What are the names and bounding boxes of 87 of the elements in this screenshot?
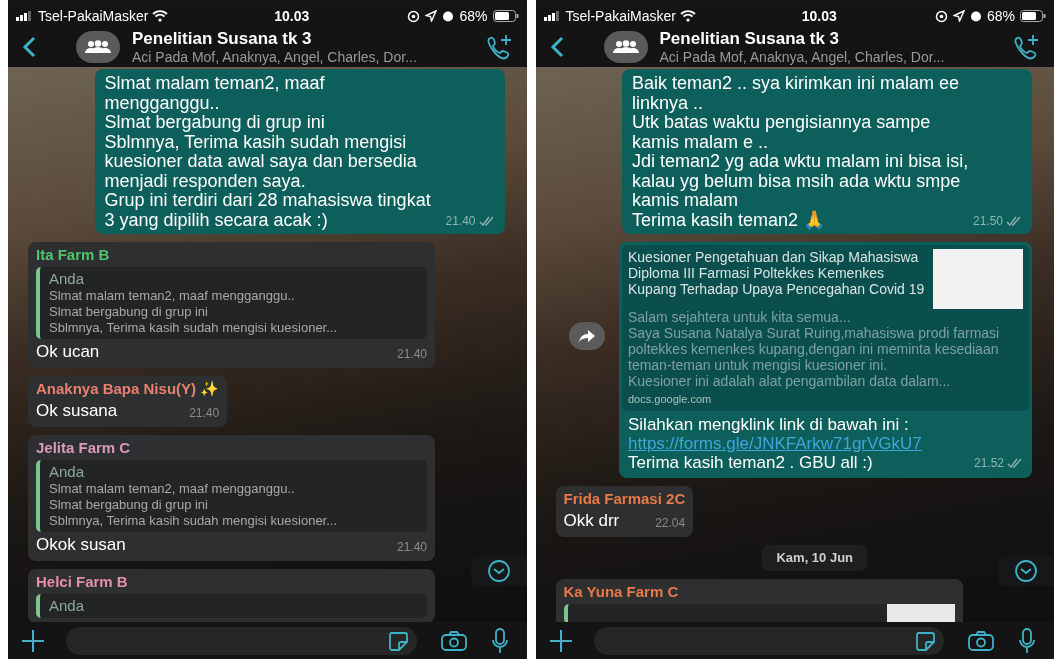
chat-title: Penelitian Susana tk 3 [132, 28, 313, 49]
message-input-field[interactable] [66, 626, 417, 655]
message-time: 21.40 [189, 405, 220, 422]
sender-name: Helci Farm B [36, 572, 129, 591]
message-text: Terima kasih teman2 . GBU all :) [628, 453, 873, 472]
signal-icon [16, 11, 34, 21]
message-text: Okk drr [563, 510, 621, 532]
chevron-down-icon [1014, 559, 1038, 583]
attach-button[interactable] [20, 627, 46, 654]
date-separator: Kam, 10 Jun [762, 545, 868, 571]
message-time: 21.40 [445, 213, 476, 230]
quote-text: Slmat malam teman2, maaf mengganggu.. Slmat bergabung di grup ini Sblmnya, Terima kasih sudah mengisi kuesioner... [49, 481, 339, 529]
quoted-message[interactable]: Anda Slmat malam teman2, maaf mengganggu.. Slmat bergabung di grup ini Sblmnya, Terima kasih sudah mengisi kuesioner... [36, 267, 427, 339]
sender-name: Anaknya Bapa Nisu(Y) ✨ [36, 379, 220, 398]
read-ticks-icon [478, 216, 495, 226]
location-arrow-icon [425, 10, 438, 22]
quote-author: Anda [49, 270, 86, 288]
back-chevron-icon [22, 36, 36, 58]
preview-description: Salam sejahtera untuk kita semua... Saya Susana Natalya Surat Ruing,mahasiswa prodi farmasi poltekkes kemenkes kupang,dengan ini meminta kesediaan teman-teman untuk mengisi kuesioner ini. Kuesioner ini adalah alat pengambilan data dalam... [628, 309, 1001, 389]
quote-author: Anda [49, 597, 86, 615]
quoted-message[interactable]: Anda Slmat malam teman2, maaf mengganggu.. Slmat bergabung di grup ini Sblmnya, Terima kasih sudah mengisi kuesioner... [36, 460, 427, 532]
plus-icon [20, 627, 46, 654]
microphone-icon [1018, 627, 1036, 654]
wifi-icon [680, 10, 696, 22]
clock-time: 10.03 [273, 6, 311, 26]
camera-icon [440, 630, 467, 651]
forward-button[interactable] [569, 322, 605, 350]
link-preview[interactable] [622, 245, 1029, 411]
plus-icon [547, 627, 574, 654]
message-text: Slmat malam teman2, maaf mengganggu.. Slmat bergabung di grup ini Sblmnya, Terima kasih sudah mengisi kuesioner data awal saya dan bersedia menjadi responden saya. Grup ini terdiri dari 28 mahasiswa tingkat 3 yang dipilih secara acak :) [104, 74, 432, 230]
attach-button[interactable] [547, 627, 574, 654]
scroll-down-button[interactable] [998, 556, 1054, 586]
message-text: Ok ucan [36, 341, 101, 363]
camera-icon [968, 630, 994, 651]
clock-time: 10.03 [800, 6, 838, 26]
quote-author: Anda [49, 463, 86, 481]
microphone-icon [490, 627, 509, 654]
wifi-icon [152, 10, 169, 22]
message-time: 21.50 [972, 213, 1003, 230]
back-chevron-icon [549, 36, 564, 58]
carrier-name: Tsel-PakaiMasker [565, 6, 676, 26]
microphone-button[interactable] [490, 627, 509, 654]
message-time: 22.04 [655, 515, 686, 532]
message-text: Ok susana [36, 400, 119, 422]
chat-members: Aci Pada Mof, Anaknya, Angel, Charles, Dor... [132, 48, 418, 66]
back-button[interactable] [22, 36, 36, 58]
sticker-icon [914, 629, 936, 652]
chat-members: Aci Pada Mof, Anaknya, Angel, Charles, Dor... [659, 48, 946, 66]
quoted-message[interactable]: Anda [36, 594, 427, 618]
quoted-message[interactable] [563, 603, 955, 622]
sticker-icon [386, 629, 409, 652]
message-time: 21.52 [973, 455, 1004, 472]
add-call-button[interactable] [1012, 34, 1040, 60]
group-people-icon [611, 40, 640, 54]
battery-icon [492, 10, 519, 22]
read-ticks-icon [1006, 216, 1022, 226]
chevron-down-icon [486, 559, 511, 583]
back-button[interactable] [549, 36, 564, 58]
scroll-down-button[interactable] [470, 556, 527, 586]
message-time: 21.40 [396, 346, 427, 363]
battery-percent: 68% [459, 6, 488, 26]
read-ticks-icon [1007, 458, 1023, 468]
forward-arrow-icon [579, 330, 595, 342]
message-text: Silahkan mengklink link di bawah ini : [628, 415, 910, 434]
chat-title: Penelitian Susana tk 3 [659, 28, 840, 49]
message-input-field[interactable] [593, 626, 944, 655]
preview-title: Kuesioner Pengetahuan dan Sikap Mahasiswa Diploma III Farmasi Poltekkes Kemenkes Kupang Terhadap Upaya Pencegahan Covid 19 [628, 249, 925, 297]
sender-name: Jelita Farm C [36, 438, 132, 457]
message-time: 21.40 [396, 539, 427, 556]
group-people-icon [84, 40, 112, 54]
signal-icon [543, 11, 562, 21]
battery-percent: 68% [986, 6, 1015, 26]
microphone-button[interactable] [1018, 627, 1036, 654]
document-thumbnail [886, 603, 955, 622]
camera-button[interactable] [440, 630, 467, 651]
battery-icon [1020, 10, 1046, 22]
location-arrow-icon [952, 10, 965, 22]
camera-button[interactable] [968, 630, 994, 651]
sender-name: Ka Yuna Farm C [563, 581, 680, 601]
sender-name: Frida Farmasi 2C [563, 489, 686, 508]
carrier-name: Tsel-PakaiMasker [38, 6, 149, 26]
sender-name: Ita Farm B [36, 245, 111, 264]
preview-domain: docs.google.com [628, 392, 713, 407]
phone-plus-icon [1012, 34, 1040, 60]
message-text: Okok susan [36, 534, 127, 556]
quote-text: Slmat malam teman2, maaf mengganggu.. Slmat bergabung di grup ini Sblmnya, Terima kasih sudah mengisi kuesioner... [49, 288, 339, 336]
message-text: Baik teman2 .. sya kirimkan ini malam ee linknya .. Utk batas waktu pengisiannya sampe kamis malam e .. Jdi teman2 yg ada wktu malam ini bisa isi, kalau yg belum bisa msih ada wktu smpe kamis malam Terima kasih teman2 🙏 [632, 74, 969, 230]
